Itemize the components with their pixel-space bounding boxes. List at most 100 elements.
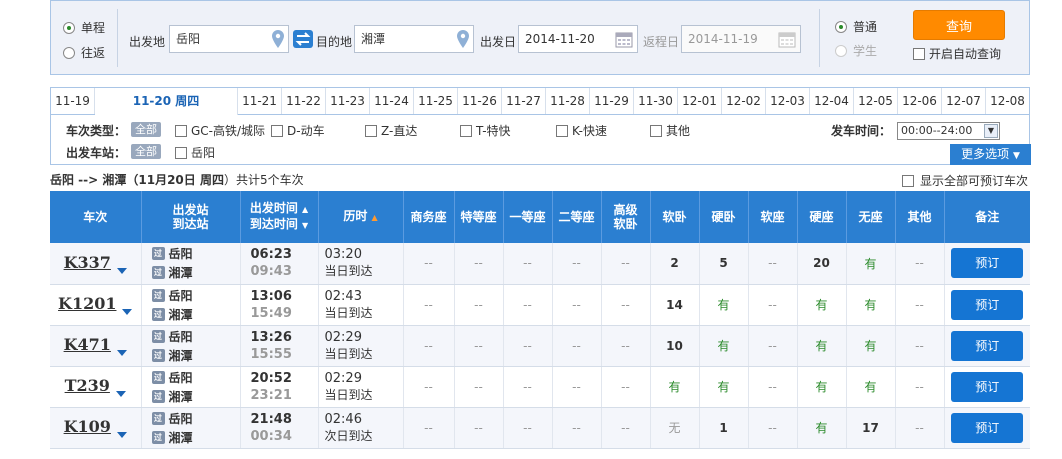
adult-radio[interactable]: 普通: [835, 18, 877, 35]
train-number-link[interactable]: K471: [64, 335, 111, 354]
seat-cell: --: [454, 284, 504, 326]
book-button[interactable]: 预订: [951, 248, 1024, 279]
chevron-down-icon[interactable]: [116, 267, 127, 274]
station-cell: 过岳阳过湘潭: [141, 325, 241, 367]
seat-cell: 有: [797, 407, 847, 449]
checkbox[interactable]: [913, 47, 925, 60]
time-cell: 21:48 00:34: [240, 407, 319, 449]
train-number-link[interactable]: K1201: [58, 294, 116, 313]
seat-cell: --: [601, 284, 651, 326]
tab-date[interactable]: 11-25: [414, 88, 458, 114]
tab-date[interactable]: 11-29: [590, 88, 634, 114]
sort-up-icon[interactable]: ▲: [302, 205, 308, 214]
train-number-link[interactable]: K337: [64, 253, 111, 272]
return-date-input[interactable]: 2014-11-19: [681, 25, 801, 53]
tab-date[interactable]: 11-21: [238, 88, 282, 114]
seat-cell: --: [895, 366, 945, 408]
col-times[interactable]: 出发时间 ▲ 到达时间 ▼: [240, 191, 319, 243]
filter-z[interactable]: Z-直达: [365, 122, 417, 139]
book-button[interactable]: 预订: [951, 371, 1024, 402]
tab-date[interactable]: 12-08: [986, 88, 1029, 114]
tab-date[interactable]: 12-05: [854, 88, 898, 114]
table-row: K1201 过岳阳过湘潭 13:06 15:49 02:43 当日到达 -- -- -- -- --…: [50, 284, 1030, 326]
tab-date[interactable]: 11-30: [634, 88, 678, 114]
pass-station-icon: 过: [151, 307, 165, 321]
filter-k[interactable]: K-快速: [556, 122, 607, 139]
swap-stations-icon[interactable]: [293, 30, 313, 48]
show-all-checkbox[interactable]: 显示全部可预订车次: [902, 172, 1028, 189]
all-stations-button[interactable]: 全部: [131, 144, 161, 159]
tab-date[interactable]: 11-28: [546, 88, 590, 114]
tab-date[interactable]: 12-03: [766, 88, 810, 114]
query-button[interactable]: 查询: [913, 10, 1005, 40]
sort-up-icon[interactable]: ▲: [372, 213, 378, 222]
checkbox[interactable]: [175, 146, 187, 159]
filter-t[interactable]: T-特快: [460, 122, 511, 139]
checkbox[interactable]: [556, 124, 568, 137]
duration-cell: 02:29 当日到达: [318, 325, 404, 367]
filter-d[interactable]: D-动车: [271, 122, 325, 139]
chevron-down-icon[interactable]: [116, 350, 127, 356]
table-header: 车次 出发站 到达站 出发时间 ▲ 到达时间 ▼ 历时 ▲ 商务座 特等座 一等座 …: [50, 191, 1030, 243]
col-remark: 备注: [944, 191, 1030, 243]
tab-date-active[interactable]: 11-20 周四: [95, 88, 238, 116]
calendar-icon[interactable]: [615, 31, 633, 48]
from-input[interactable]: 岳阳: [169, 25, 289, 53]
train-number-link[interactable]: T239: [65, 376, 110, 395]
tab-date[interactable]: 12-06: [898, 88, 942, 114]
pass-station-icon: 过: [151, 247, 165, 261]
depart-date-input[interactable]: 2014-11-20: [518, 25, 638, 53]
tab-date[interactable]: 12-01: [678, 88, 722, 114]
col-seat: 无座: [846, 191, 896, 243]
seat-cell: 有: [699, 284, 749, 326]
book-button[interactable]: 预订: [951, 412, 1024, 443]
to-input[interactable]: 湘潭: [354, 25, 474, 53]
checkbox[interactable]: [175, 124, 187, 137]
depart-time-select[interactable]: 00:00--24:00 ▼: [897, 122, 1000, 140]
col-seat: 软座: [748, 191, 798, 243]
tab-date[interactable]: 11-26: [458, 88, 502, 114]
book-button[interactable]: 预订: [951, 289, 1024, 320]
round-trip-radio[interactable]: 往返: [63, 44, 105, 61]
train-number-link[interactable]: K109: [64, 417, 111, 436]
seat-cell: --: [552, 407, 602, 449]
checkbox[interactable]: [650, 124, 662, 137]
tab-date[interactable]: 12-02: [722, 88, 766, 114]
remark-cell: 预订: [944, 366, 1030, 408]
seat-cell: 5: [699, 243, 749, 285]
one-way-radio[interactable]: 单程: [63, 19, 105, 36]
all-types-button[interactable]: 全部: [131, 122, 161, 137]
chevron-down-icon[interactable]: [115, 391, 126, 397]
tab-date[interactable]: 11-23: [326, 88, 370, 114]
chevron-down-icon[interactable]: [122, 309, 133, 315]
checkbox[interactable]: [902, 174, 914, 187]
radio-dot: [63, 46, 75, 59]
col-seat: 其他: [895, 191, 945, 243]
train-cell: T239: [50, 366, 142, 408]
checkbox[interactable]: [460, 124, 472, 137]
auto-query-checkbox[interactable]: 开启自动查询: [913, 45, 1001, 62]
filter-station[interactable]: 岳阳: [175, 144, 215, 161]
tab-date[interactable]: 11-19: [51, 88, 95, 114]
filter-other[interactable]: 其他: [650, 122, 690, 139]
calendar-icon[interactable]: [778, 31, 796, 48]
student-radio[interactable]: 学生: [835, 42, 877, 59]
more-options-button[interactable]: 更多选项 ▼: [950, 144, 1031, 165]
checkbox[interactable]: [271, 124, 283, 137]
chevron-down-icon[interactable]: [116, 432, 127, 438]
checkbox[interactable]: [365, 124, 377, 137]
seat-cell: --: [748, 243, 798, 285]
seat-cell: --: [403, 325, 455, 367]
tab-date[interactable]: 11-27: [502, 88, 546, 114]
book-button[interactable]: 预订: [951, 330, 1024, 361]
col-seat: 软卧: [650, 191, 700, 243]
sort-down-icon[interactable]: ▼: [302, 221, 308, 230]
tab-date[interactable]: 12-07: [942, 88, 986, 114]
tab-date[interactable]: 11-24: [370, 88, 414, 114]
remark-cell: 预订: [944, 325, 1030, 367]
col-duration[interactable]: 历时 ▲: [318, 191, 404, 243]
filter-gc[interactable]: GC-高铁/城际: [175, 122, 265, 139]
tab-date[interactable]: 11-22: [282, 88, 326, 114]
tab-date[interactable]: 12-04: [810, 88, 854, 114]
location-pin-icon: [457, 30, 469, 48]
